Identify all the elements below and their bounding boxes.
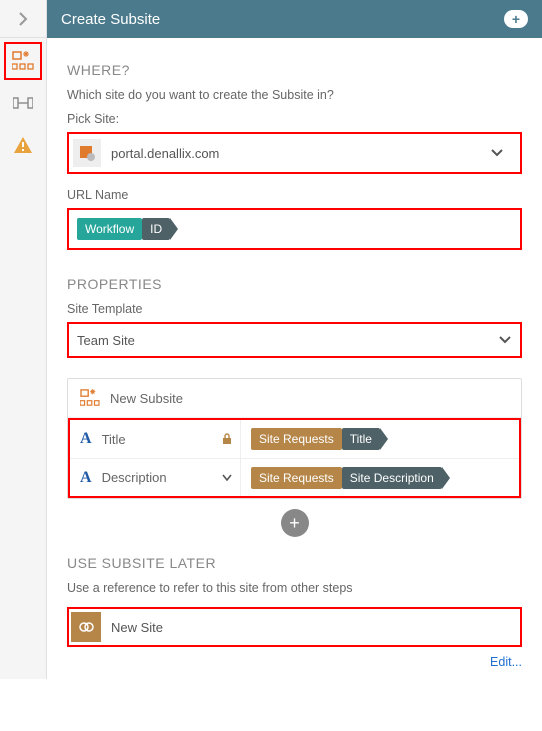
main-panel: Create Subsite + WHERE? Which site do yo… <box>47 0 542 679</box>
sidebar-item-subsite[interactable] <box>4 42 42 80</box>
text-type-icon: A <box>80 469 92 487</box>
reference-value: New Site <box>111 620 163 635</box>
reference-field[interactable]: New Site <box>67 607 522 647</box>
tag-field: Title <box>342 428 380 450</box>
later-heading: USE SUBSITE LATER <box>67 555 522 571</box>
prop-row-title[interactable]: A Title Site Requests Title <box>70 420 519 458</box>
prop-label: Description <box>102 470 212 485</box>
prop-row-description[interactable]: A Description Site Requests Site Descrip… <box>70 458 519 496</box>
pick-site-field[interactable]: portal.denallix.com <box>67 132 522 174</box>
sidebar-item-warning[interactable] <box>4 126 42 164</box>
edit-link[interactable]: Edit... <box>67 655 522 669</box>
card-title: New Subsite <box>110 391 183 406</box>
url-name-label: URL Name <box>67 188 522 202</box>
expand-icon[interactable] <box>222 474 232 482</box>
site-template-value: Team Site <box>77 333 498 348</box>
pick-site-dropdown-icon[interactable] <box>490 148 518 158</box>
sidebar-item-mapping[interactable] <box>4 84 42 122</box>
reference-icon <box>71 612 101 642</box>
chevron-down-icon <box>498 335 512 345</box>
chevron-down-icon <box>222 474 232 482</box>
card-header: New Subsite <box>68 379 521 418</box>
subsite-card: New Subsite A Title Site Reque <box>67 378 522 499</box>
lock-icon <box>222 433 232 445</box>
site-template-field[interactable]: Team Site <box>67 322 522 358</box>
where-heading: WHERE? <box>67 62 522 78</box>
add-button[interactable]: + <box>504 10 528 28</box>
chevron-right-icon <box>17 12 29 26</box>
prop-label: Title <box>102 432 212 447</box>
property-rows: A Title Site Requests Title <box>68 418 521 498</box>
site-template-label: Site Template <box>67 302 522 316</box>
pick-site-label: Pick Site: <box>67 112 522 126</box>
mapping-icon <box>13 95 33 111</box>
site-icon <box>73 139 101 167</box>
panel-header: Create Subsite + <box>47 0 542 38</box>
subsite-icon <box>12 51 34 71</box>
subsite-icon <box>80 389 100 407</box>
pick-site-value: portal.denallix.com <box>105 146 490 161</box>
text-type-icon: A <box>80 430 92 448</box>
tag-source: Site Requests <box>251 428 342 450</box>
where-helper: Which site do you want to create the Sub… <box>67 88 522 102</box>
url-tag-id: ID <box>142 218 170 240</box>
chevron-down-icon <box>490 148 504 158</box>
tag-source: Site Requests <box>251 467 342 489</box>
properties-heading: PROPERTIES <box>67 276 522 292</box>
tag-field: Site Description <box>342 467 442 489</box>
warning-icon <box>13 136 33 154</box>
sidebar-collapse-toggle[interactable] <box>0 0 46 38</box>
add-property-button[interactable]: + <box>281 509 309 537</box>
later-helper: Use a reference to refer to this site fr… <box>67 581 522 595</box>
panel-title: Create Subsite <box>61 11 160 28</box>
url-name-field[interactable]: Workflow ID <box>67 208 522 250</box>
url-tag-workflow: Workflow <box>77 218 142 240</box>
sidebar <box>0 0 47 679</box>
